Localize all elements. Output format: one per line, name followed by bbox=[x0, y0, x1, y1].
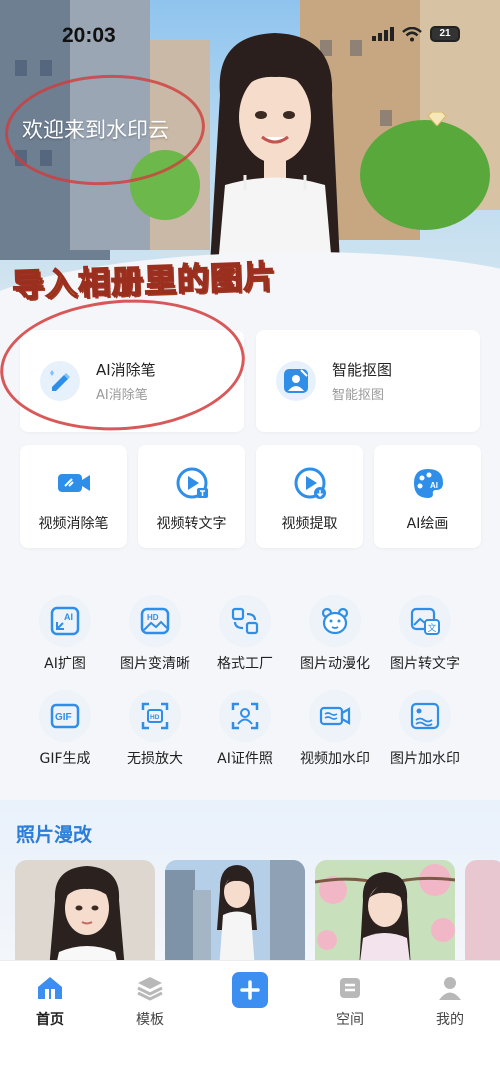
tool-label: 图片转文字 bbox=[390, 656, 460, 672]
tool-label: 图片变清晰 bbox=[120, 656, 190, 672]
tool-card-ai-painting[interactable]: AI AI绘画 bbox=[374, 445, 481, 548]
photo-thumb[interactable] bbox=[465, 860, 500, 970]
window bbox=[380, 110, 392, 126]
tool-card-smart-cutout[interactable]: 智能抠图 智能抠图 bbox=[256, 330, 480, 432]
vip-diamond-icon[interactable] bbox=[426, 112, 448, 126]
svg-text:AI: AI bbox=[64, 612, 73, 622]
tool-label: 图片动漫化 bbox=[300, 656, 370, 672]
image-to-text-icon: 文 bbox=[399, 595, 451, 647]
tool-label: 图片加水印 bbox=[390, 751, 460, 767]
tab-label: 首页 bbox=[36, 1012, 64, 1028]
video-extract-icon bbox=[290, 463, 330, 503]
id-photo-icon bbox=[219, 690, 271, 742]
gif-icon: GIF bbox=[39, 690, 91, 742]
signal-icon bbox=[372, 27, 394, 41]
home-icon bbox=[35, 973, 65, 1003]
image-watermark-icon bbox=[399, 690, 451, 742]
tool-hd-enhance[interactable]: HD 图片变清晰 bbox=[107, 595, 203, 673]
tool-card-video-extract[interactable]: 视频提取 bbox=[256, 445, 363, 548]
tab-profile[interactable]: 我的 bbox=[415, 973, 485, 1029]
tool-label: AI绘画 bbox=[406, 516, 449, 532]
tool-label: GIF生成 bbox=[39, 751, 91, 767]
create-plus-button[interactable] bbox=[232, 972, 268, 1008]
plus-icon bbox=[240, 980, 260, 1000]
wifi-icon bbox=[402, 26, 422, 41]
smart-cutout-icon bbox=[276, 361, 316, 401]
tab-label: 空间 bbox=[336, 1012, 364, 1028]
tool-gif[interactable]: GIF GIF生成 bbox=[17, 690, 113, 768]
tool-subtitle: 智能抠图 bbox=[332, 388, 385, 403]
battery-icon: 21 bbox=[430, 26, 460, 42]
layers-icon bbox=[135, 973, 165, 1003]
tool-title: 智能抠图 bbox=[332, 361, 393, 379]
window bbox=[40, 60, 52, 76]
photo-thumb[interactable] bbox=[315, 860, 455, 970]
ai-expand-icon: AI bbox=[39, 595, 91, 647]
tool-image-to-text[interactable]: 文 图片转文字 bbox=[377, 595, 473, 673]
tab-space[interactable]: 空间 bbox=[315, 973, 385, 1029]
tool-video-watermark[interactable]: 视频加水印 bbox=[287, 690, 383, 768]
overlay-caption: 导入相册里的图片 bbox=[11, 257, 278, 306]
status-time: 20:03 bbox=[62, 24, 116, 47]
video-watermark-icon bbox=[309, 690, 361, 742]
tool-id-photo[interactable]: AI证件照 bbox=[197, 690, 293, 768]
anime-portrait bbox=[15, 860, 155, 970]
svg-text:GIF: GIF bbox=[55, 712, 72, 723]
svg-text:AI: AI bbox=[430, 481, 438, 490]
tool-lossless-upscale[interactable]: HD 无损放大 bbox=[107, 690, 203, 768]
tool-anime[interactable]: 图片动漫化 bbox=[287, 595, 383, 673]
svg-text:文: 文 bbox=[428, 622, 437, 634]
lossless-upscale-icon: HD bbox=[129, 690, 181, 742]
tool-card-video-to-text[interactable]: 视频转文字 bbox=[138, 445, 245, 548]
anime-blossom-girl bbox=[315, 860, 455, 970]
window bbox=[15, 60, 27, 76]
hd-enhance-icon: HD bbox=[129, 595, 181, 647]
profile-icon bbox=[435, 973, 465, 1003]
format-factory-icon bbox=[219, 595, 271, 647]
svg-text:HD: HD bbox=[147, 613, 159, 622]
section-title: 照片漫改 bbox=[16, 824, 93, 846]
video-to-text-icon bbox=[172, 463, 212, 503]
tree bbox=[360, 120, 490, 230]
svg-text:HD: HD bbox=[150, 714, 160, 721]
video-eraser-icon bbox=[54, 463, 94, 503]
tool-label: 视频加水印 bbox=[300, 751, 370, 767]
tool-label: 视频消除笔 bbox=[38, 516, 109, 532]
tool-label: 视频转文字 bbox=[156, 516, 227, 532]
tool-image-watermark[interactable]: 图片加水印 bbox=[377, 690, 473, 768]
tool-label: AI证件照 bbox=[217, 751, 273, 767]
tab-templates[interactable]: 模板 bbox=[115, 973, 185, 1029]
space-icon bbox=[335, 973, 365, 1003]
anime-bear-icon bbox=[309, 595, 361, 647]
anime-city-girl bbox=[165, 860, 305, 970]
tool-format-factory[interactable]: 格式工厂 bbox=[197, 595, 293, 673]
tool-label: AI扩图 bbox=[44, 656, 86, 672]
status-icons: 21 bbox=[372, 26, 460, 42]
tool-label: 格式工厂 bbox=[217, 656, 273, 672]
tool-ai-expand[interactable]: AI AI扩图 bbox=[17, 595, 113, 673]
tab-home[interactable]: 首页 bbox=[15, 973, 85, 1029]
tab-label: 模板 bbox=[136, 1012, 164, 1028]
tab-label: 我的 bbox=[436, 1012, 464, 1028]
tool-label: 视频提取 bbox=[281, 516, 338, 532]
tool-label: 无损放大 bbox=[127, 751, 183, 767]
ai-painting-icon: AI bbox=[408, 463, 448, 503]
photo-thumb[interactable] bbox=[15, 860, 155, 970]
tool-card-video-eraser[interactable]: 视频消除笔 bbox=[20, 445, 127, 548]
photo-thumb[interactable] bbox=[165, 860, 305, 970]
